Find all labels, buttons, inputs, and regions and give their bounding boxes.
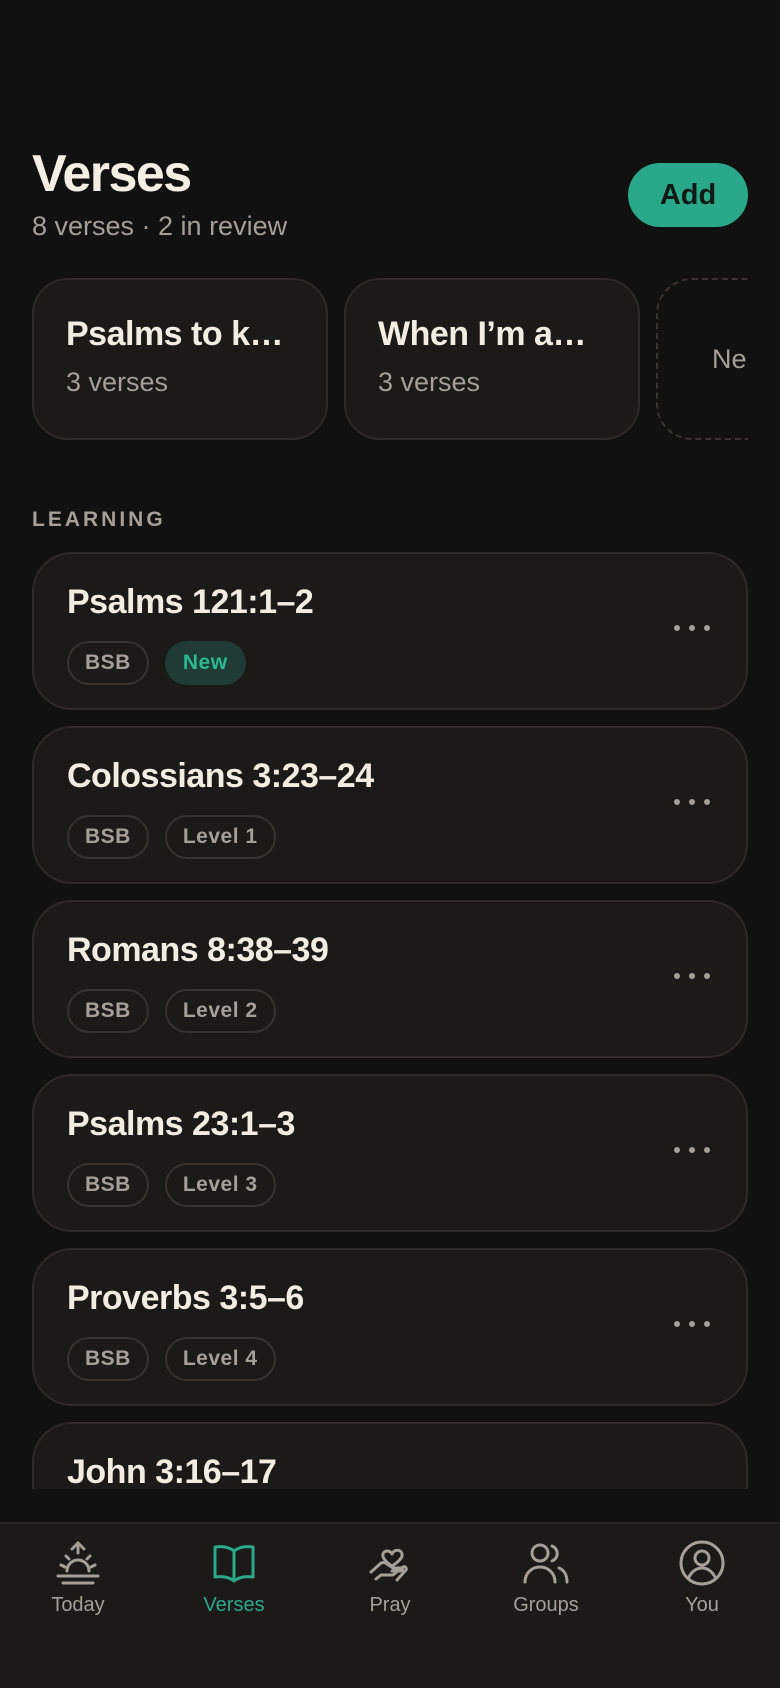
tab-groups[interactable]: Groups — [486, 1538, 606, 1638]
translation-tag: BSB — [67, 641, 149, 685]
tab-label: Groups — [513, 1594, 579, 1616]
users-icon — [523, 1543, 569, 1584]
add-verse-button[interactable]: Add — [628, 163, 748, 227]
tab-pray[interactable]: Pray — [330, 1538, 450, 1638]
collection-title: Psalms to ke… — [66, 315, 294, 353]
collection-count: 3 verses — [378, 367, 481, 397]
tab-label: Pray — [369, 1594, 411, 1616]
more-options-icon[interactable] — [674, 792, 710, 812]
verse-list[interactable]: Psalms 121:1–2 BSB New Colossians 3:23–2… — [32, 552, 748, 1489]
verse-reference: Psalms 121:1–2 — [67, 583, 314, 621]
more-options-icon[interactable] — [674, 1314, 710, 1334]
translation-tag: BSB — [67, 1163, 149, 1207]
new-collection-button[interactable]: Ne — [656, 278, 748, 440]
sunrise-icon — [56, 1540, 100, 1585]
more-options-icon[interactable] — [674, 618, 710, 638]
more-options-icon[interactable] — [674, 1140, 710, 1160]
verse-card[interactable]: Proverbs 3:5–6 BSB Level 4 — [32, 1248, 748, 1406]
status-badge: New — [164, 641, 246, 685]
translation-tag: BSB — [67, 815, 149, 859]
tab-verses[interactable]: Verses — [174, 1538, 294, 1638]
verse-reference: Colossians 3:23–24 — [67, 757, 374, 795]
collection-count: 3 verses — [66, 367, 169, 397]
collection-card[interactable]: Psalms to ke… 3 verses — [32, 278, 328, 440]
open-book-icon — [213, 1545, 255, 1583]
verse-card[interactable]: Romans 8:38–39 BSB Level 2 — [32, 900, 748, 1058]
section-label-learning: LEARNING — [32, 508, 166, 531]
verse-card[interactable]: John 3:16–17 — [32, 1422, 748, 1489]
status-badge: Level 2 — [164, 989, 276, 1033]
verse-reference: John 3:16–17 — [67, 1453, 277, 1489]
bottom-tab-bar: Today Verses Pray Groups You — [0, 1522, 780, 1688]
status-badge: Level 4 — [164, 1337, 276, 1381]
new-collection-label: Ne — [712, 343, 747, 374]
verse-reference: Romans 8:38–39 — [67, 931, 329, 969]
verse-card[interactable]: Psalms 23:1–3 BSB Level 3 — [32, 1074, 748, 1232]
verse-card[interactable]: Psalms 121:1–2 BSB New — [32, 552, 748, 710]
tab-label: Today — [51, 1594, 105, 1616]
tab-you[interactable]: You — [642, 1538, 762, 1638]
translation-tag: BSB — [67, 1337, 149, 1381]
tab-today[interactable]: Today — [18, 1538, 138, 1638]
status-badge: Level 1 — [164, 815, 276, 859]
tab-label: You — [685, 1594, 719, 1616]
collections-carousel[interactable]: Psalms to ke… 3 verses When I’m an… 3 ve… — [32, 278, 748, 440]
collection-title: When I’m an… — [378, 315, 606, 353]
praying-hands-icon — [369, 1548, 408, 1582]
tab-label: Verses — [203, 1594, 265, 1616]
page-header: Verses 8 verses · 2 in review Add — [32, 146, 748, 246]
verse-reference: Proverbs 3:5–6 — [67, 1279, 304, 1317]
verse-reference: Psalms 23:1–3 — [67, 1105, 295, 1143]
verse-card[interactable]: Colossians 3:23–24 BSB Level 1 — [32, 726, 748, 884]
user-circle-icon — [679, 1540, 725, 1586]
collection-card[interactable]: When I’m an… 3 verses — [344, 278, 640, 440]
translation-tag: BSB — [67, 989, 149, 1033]
more-options-icon[interactable] — [674, 966, 710, 986]
status-badge: Level 3 — [164, 1163, 276, 1207]
